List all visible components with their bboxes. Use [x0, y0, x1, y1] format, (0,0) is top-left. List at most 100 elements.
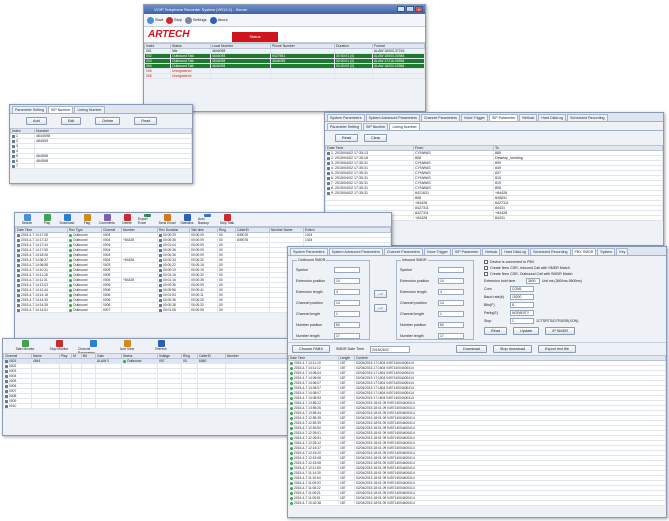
tab-param-5[interactable]: Netlock — [519, 114, 538, 121]
tab-smdr-9[interactable]: System — [597, 248, 616, 255]
tab-smdr-3[interactable]: Voice Trigger — [423, 248, 451, 255]
tab-param-2[interactable]: Channel Parameters — [420, 114, 460, 121]
tab-sip-number[interactable]: SIP Number — [47, 106, 74, 113]
download-button[interactable]: Download — [455, 345, 487, 353]
tab-smdr-8[interactable]: PBX SMDR — [571, 248, 597, 255]
about-button[interactable]: About — [209, 16, 228, 24]
add-button[interactable]: Add — [26, 117, 47, 125]
tab-smdr-2[interactable]: Channel Parameters — [383, 248, 423, 255]
ip-smdr-button[interactable]: IP SMDR — [545, 327, 576, 335]
option-checkbox-row[interactable]: Create New CDR, Inbound Call with SMDR M… — [484, 266, 664, 270]
tab-param-1[interactable]: System Advanced Parameters — [365, 114, 420, 121]
channel-parameters-button[interactable]: Channel Parameters — [78, 340, 108, 353]
tab-listing-number[interactable]: Listing Number — [389, 123, 420, 130]
export-excel-button[interactable]: Export Excel — [138, 214, 156, 225]
stop-task-button[interactable]: Stop Task — [218, 214, 236, 225]
tab-smdr-4[interactable]: SIP Parameter — [451, 248, 482, 255]
stop-button[interactable]: Stop — [166, 16, 182, 24]
tab-parameter-setting[interactable]: Parameter Setting — [327, 123, 362, 130]
checkbox[interactable] — [484, 266, 488, 270]
field-input[interactable] — [334, 267, 360, 273]
tab-smdr-0[interactable]: System Parameters — [290, 248, 328, 255]
edit-button[interactable]: Edit — [60, 117, 82, 125]
tab-param-7[interactable]: Scheduled Recording — [567, 114, 608, 121]
field-input[interactable]: 60 — [438, 322, 464, 328]
download-button[interactable]: Download — [58, 214, 76, 225]
table-row[interactable]: 2015-4-7 10:42:38 187 02/04/2015 18:01 09 … — [288, 500, 666, 506]
status-status-text: Outbound Talk — [172, 54, 194, 58]
tab-listing-number[interactable]: Listing Number — [74, 106, 105, 113]
field-input[interactable]: 17 — [334, 333, 360, 339]
stop-monitor-button[interactable]: Stop Monitor — [44, 340, 74, 351]
serial-select[interactable]: NOPARITY — [510, 310, 534, 316]
smdr-date-input[interactable]: 2015/04/02 — [369, 345, 410, 353]
field-input[interactable] — [438, 267, 464, 273]
field-input[interactable]: 14 — [334, 300, 360, 306]
read-button[interactable]: Read — [335, 134, 359, 142]
start-monitor-button[interactable]: Start Monitor — [10, 340, 40, 351]
field-input[interactable]: 4 — [438, 289, 464, 295]
smdr-content-text: 02/04/2015 18:01 09 049714004400414 — [356, 406, 415, 410]
field-input[interactable]: 14 — [438, 278, 464, 284]
row-icon — [290, 466, 293, 470]
delete-button[interactable]: Delete — [118, 214, 136, 225]
table-row[interactable]: 006 Unregistered — [144, 73, 425, 79]
option-checkbox-row[interactable]: Create New CDR, Outbound Call with SMDR … — [484, 272, 664, 276]
serial-select[interactable]: 1 — [510, 318, 534, 324]
status-tab[interactable]: Status — [232, 32, 278, 42]
field-input[interactable]: 1 — [438, 311, 464, 317]
settings-button[interactable]: Settings — [184, 16, 207, 24]
minimize-button[interactable]: _ — [397, 6, 405, 12]
refresh-button[interactable]: Refresh — [146, 340, 176, 351]
serial-select[interactable]: 8 — [510, 302, 534, 308]
field-input[interactable]: 60 — [334, 322, 360, 328]
tab-smdr-10[interactable]: Key — [616, 248, 629, 255]
start-button[interactable]: Start — [147, 16, 163, 24]
tab-smdr-5[interactable]: Netlock — [482, 248, 501, 255]
field-input[interactable]: 14 — [438, 300, 464, 306]
tab-smdr-7[interactable]: Scheduled Recording — [530, 248, 571, 255]
table-row[interactable]: 002 Outbound Talk 4644098 9427981 00:00:01 (… — [144, 53, 425, 59]
play-button[interactable]: Play — [38, 214, 56, 225]
field-input[interactable]: 17 — [438, 333, 464, 339]
icon-view-button[interactable]: Icon View — [112, 340, 142, 351]
clear-button[interactable]: Clear — [364, 134, 388, 142]
delete-button[interactable]: Delete — [95, 117, 121, 125]
auto-backup-button[interactable]: Auto Backup — [198, 214, 216, 225]
flag-button[interactable]: Flag — [78, 214, 96, 225]
search-button[interactable]: Search — [18, 214, 36, 225]
choose-pabx-button[interactable]: Choose PABX — [292, 345, 330, 353]
field-input[interactable]: 14 — [334, 278, 360, 284]
list-item[interactable]: 7 — [10, 163, 192, 169]
tab-parameter-setting[interactable]: Parameter Setting — [12, 106, 47, 113]
maximize-button[interactable]: □ — [406, 6, 414, 12]
tab-param-3[interactable]: Voice Trigger — [460, 114, 488, 121]
send-email-button[interactable]: Send Email — [158, 214, 176, 225]
checkbox[interactable] — [484, 260, 488, 264]
statistics-button[interactable]: Statistics — [178, 214, 196, 225]
stop-download-button[interactable]: Stop download — [492, 345, 532, 353]
checkbox[interactable] — [484, 272, 488, 276]
table-row[interactable]: 003 Outbound Talk 4644098 4644098 00:00:01 (… — [144, 58, 425, 64]
option-checkbox-row[interactable]: Device is connected to PBX — [484, 260, 664, 264]
copy-right-button-2[interactable]: --> — [374, 304, 387, 312]
table-row[interactable]: 0010 — [3, 403, 291, 409]
tab-param-0[interactable]: System Parameters — [327, 114, 365, 121]
read-button[interactable]: Read — [484, 327, 508, 335]
tab-param-6[interactable]: Hard DiskLog — [538, 114, 567, 121]
tab-smdr-1[interactable]: System Advanced Parameters — [328, 248, 383, 255]
extension-hold-input[interactable]: 3600 — [526, 278, 540, 284]
close-button[interactable]: × — [415, 6, 423, 12]
read-button[interactable]: Read — [134, 117, 158, 125]
tab-sip-number[interactable]: SIP Number — [362, 123, 389, 130]
update-button[interactable]: Update — [513, 327, 540, 335]
comments-button[interactable]: Comments — [98, 214, 116, 225]
export-text-button[interactable]: Export text file — [537, 345, 577, 353]
serial-select[interactable]: 19200 — [510, 294, 534, 300]
serial-select[interactable]: COM1 — [510, 286, 534, 292]
field-input[interactable]: 1 — [334, 311, 360, 317]
field-input[interactable]: 4 — [334, 289, 360, 295]
tab-param-4[interactable]: SIP Parameter — [488, 114, 519, 121]
copy-right-button[interactable]: --> — [374, 290, 387, 298]
tab-smdr-6[interactable]: Hard DiskLog — [501, 248, 530, 255]
